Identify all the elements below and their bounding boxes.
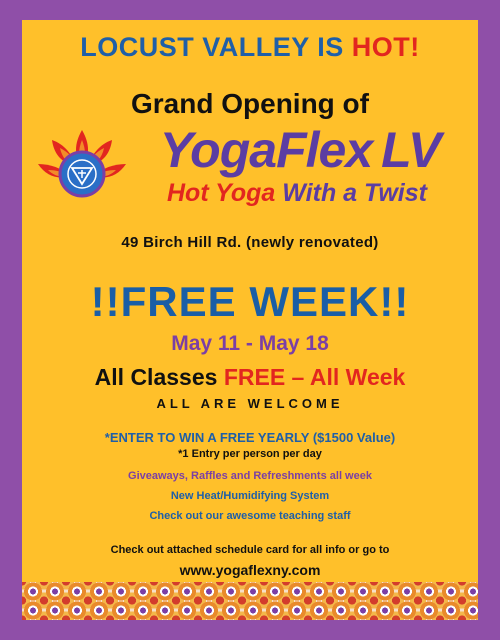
brand-name: YogaFlex LV [130, 124, 470, 176]
poster-panel: LOCUST VALLEY IS HOT! Grand Opening of Y… [22, 20, 478, 620]
tagline-hot-yoga: Hot Yoga [167, 179, 283, 207]
mandala-pattern-border [22, 582, 478, 620]
tagline: Hot Yoga With a Twist [122, 176, 472, 210]
free-week-title: !!FREE WEEK!! [90, 278, 410, 325]
entry-note: *1 Entry per person per day [178, 448, 322, 460]
website-link[interactable]: www.yogaflexny.com [22, 562, 478, 578]
lotus-chakra-icon [38, 130, 126, 198]
all-welcome: ALL ARE WELCOME [156, 396, 344, 411]
headline-part3: HOT [351, 32, 411, 62]
date-range: May 11 - May 18 [171, 332, 329, 355]
headline-part4: ! [410, 32, 420, 62]
enter-to-win: *ENTER TO WIN A FREE YEARLY ($1500 Value… [104, 430, 396, 445]
logo-area: YogaFlex LV Hot Yoga With a Twist [22, 124, 478, 220]
all-classes-free: All Classes FREE – All Week [22, 364, 478, 391]
classes-part1: All Classes [94, 364, 224, 390]
teaching-staff-line: Check out our awesome teaching staff [149, 510, 351, 522]
brand-lv: LV [381, 122, 441, 178]
classes-part2: FREE – All Week [223, 364, 406, 390]
headline-part1: LOCUST VALLEY [80, 32, 318, 62]
giveaways-line: Giveaways, Raffles and Refreshments all … [128, 470, 372, 482]
tagline-twist: With a Twist [282, 179, 427, 207]
grand-opening-title: Grand Opening of [131, 88, 369, 119]
address: 49 Birch Hill Rd. (newly renovated) [121, 234, 379, 251]
headline-part2: IS [317, 32, 352, 62]
schedule-note: Check out attached schedule card for all… [110, 544, 390, 556]
heat-system-line: New Heat/Humidifying System [170, 490, 330, 502]
poster-frame: LOCUST VALLEY IS HOT! Grand Opening of Y… [0, 0, 500, 640]
headline: LOCUST VALLEY IS HOT! [22, 32, 478, 63]
brand-flex: Flex [276, 122, 373, 178]
brand-yoga: Yoga [159, 122, 277, 178]
